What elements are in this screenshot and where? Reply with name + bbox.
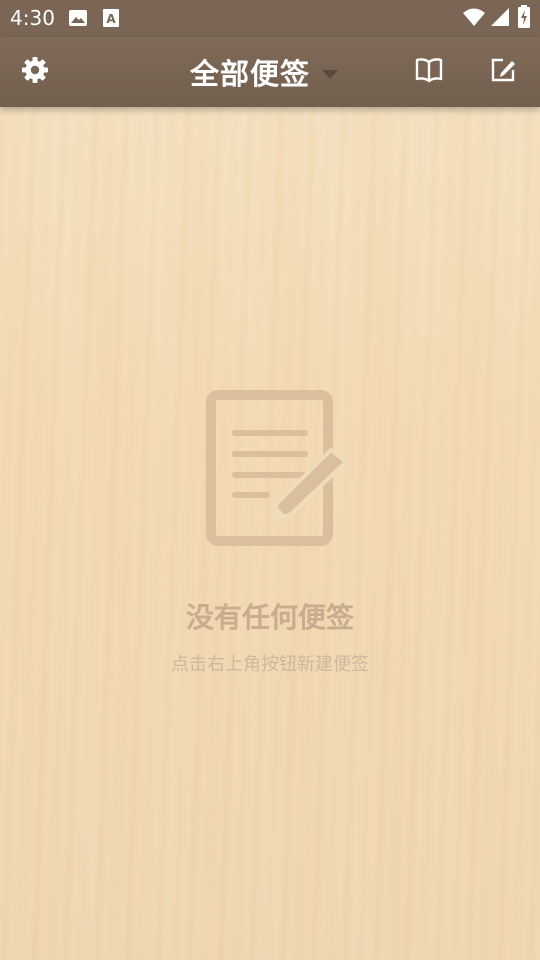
toolbar: 全部便签 (0, 37, 540, 107)
edit-icon (489, 56, 517, 88)
gear-icon (20, 55, 50, 89)
image-icon (68, 8, 88, 32)
status-time: 4:30 (10, 6, 55, 30)
empty-note-illustration (205, 390, 351, 548)
book-icon (414, 57, 444, 87)
book-button[interactable] (406, 49, 452, 95)
new-note-button[interactable] (480, 49, 526, 95)
svg-text:A: A (106, 12, 116, 26)
settings-button[interactable] (12, 49, 58, 95)
folder-dropdown[interactable]: 全部便签 (190, 51, 339, 93)
empty-state-hint: 点击右上角按钮新建便签 (171, 654, 369, 675)
status-bar: 4:30 A (0, 0, 540, 37)
signal-icon (490, 7, 510, 31)
empty-state-title: 没有任何便签 (185, 601, 354, 634)
chevron-down-icon (322, 69, 339, 79)
page-title: 全部便签 (190, 57, 311, 91)
wifi-icon (462, 7, 486, 31)
battery-icon (517, 5, 531, 33)
text-icon: A (102, 8, 120, 32)
